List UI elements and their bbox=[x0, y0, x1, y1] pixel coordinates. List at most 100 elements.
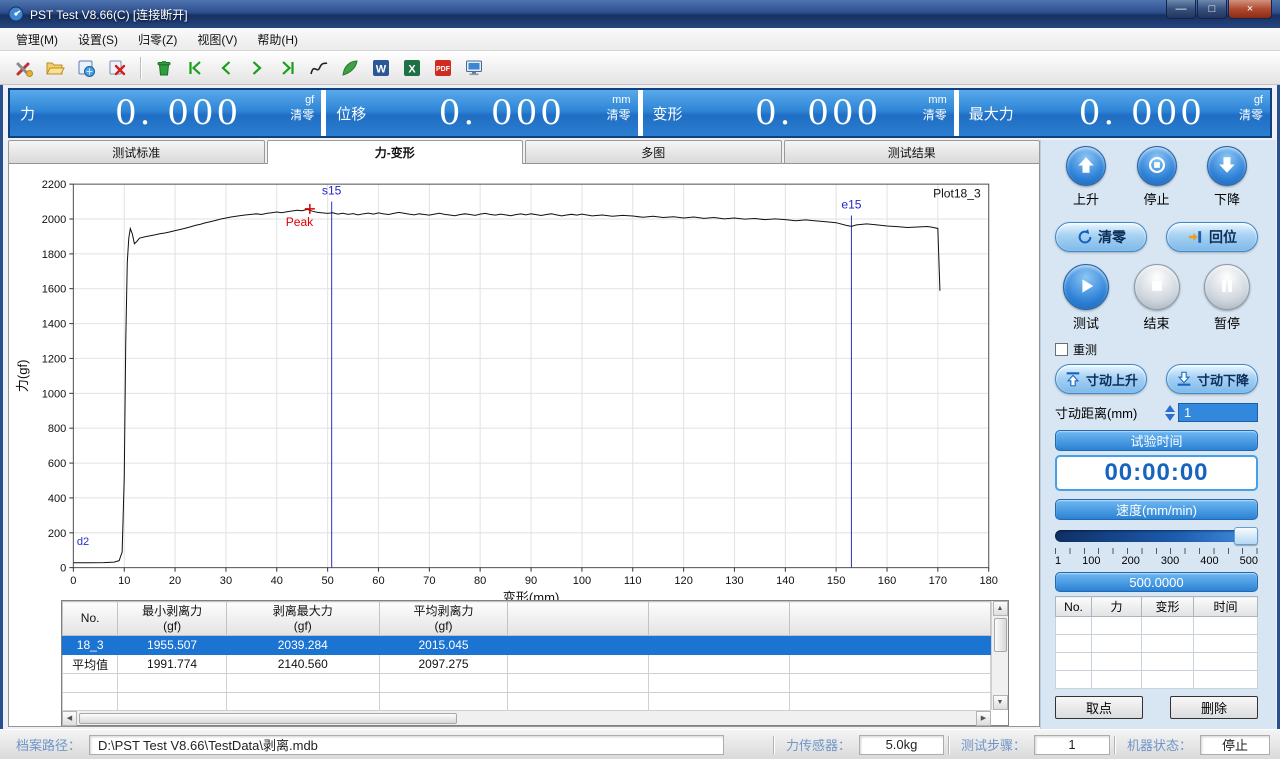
tab-test-standard[interactable]: 测试标准 bbox=[8, 140, 265, 163]
scroll-up-icon[interactable]: ▲ bbox=[993, 601, 1008, 616]
scroll-left-icon[interactable]: ◀ bbox=[62, 711, 77, 726]
move-down-button[interactable] bbox=[1207, 146, 1247, 186]
stop-button[interactable] bbox=[1137, 146, 1177, 186]
svg-text:120: 120 bbox=[674, 575, 692, 587]
force-sensor-label: 力传感器： bbox=[786, 735, 851, 754]
clear-zero-button[interactable]: 清零 bbox=[1055, 222, 1147, 252]
delete-point-button[interactable]: 删除 bbox=[1170, 696, 1258, 719]
readout-force-clear-button[interactable]: 清零 bbox=[290, 108, 314, 123]
delete-record-button[interactable] bbox=[150, 54, 178, 81]
return-home-label: 回位 bbox=[1209, 227, 1237, 247]
export-word-button[interactable]: W bbox=[367, 54, 395, 81]
move-down-label: 下降 bbox=[1214, 189, 1240, 208]
inch-up-icon bbox=[1064, 370, 1082, 388]
horizontal-scroll-track[interactable] bbox=[77, 711, 976, 725]
speed-slider-track[interactable] bbox=[1055, 530, 1258, 542]
smooth-curve-button[interactable] bbox=[336, 54, 364, 81]
inch-up-button[interactable]: 寸动上升 bbox=[1055, 364, 1147, 394]
readout-deformation-clear-button[interactable]: 清零 bbox=[923, 108, 947, 123]
points-header: No. bbox=[1056, 597, 1092, 617]
retest-checkbox-row[interactable]: 重测 bbox=[1055, 341, 1258, 358]
menu-item-settings[interactable]: 设置(S) bbox=[68, 28, 128, 51]
inch-distance-label: 寸动距离(mm) bbox=[1055, 403, 1165, 422]
svg-text:90: 90 bbox=[525, 575, 537, 587]
export-pdf-button[interactable]: PDF bbox=[429, 54, 457, 81]
open-file-button[interactable] bbox=[41, 54, 69, 81]
spinner-up-icon[interactable] bbox=[1165, 405, 1175, 412]
readout-max-force-clear-button[interactable]: 清零 bbox=[1239, 108, 1263, 123]
svg-text:0: 0 bbox=[60, 563, 66, 575]
readout-bar: 力0. 000gf清零位移0. 000mm清零变形0. 000mm清零最大力0.… bbox=[8, 88, 1272, 138]
export-pdf-icon: PDF bbox=[433, 58, 453, 78]
readout-displacement-value: 0. 000 bbox=[366, 93, 637, 133]
close-report-button[interactable] bbox=[103, 54, 131, 81]
svg-text:800: 800 bbox=[48, 423, 66, 435]
next-record-button[interactable] bbox=[243, 54, 271, 81]
scroll-right-icon[interactable]: ▶ bbox=[976, 711, 991, 726]
speed-scale-label: 500 bbox=[1240, 555, 1258, 567]
curve-view-button[interactable] bbox=[305, 54, 333, 81]
results-horizontal-scrollbar[interactable]: ◀ ▶ bbox=[62, 710, 991, 725]
prev-record-button[interactable] bbox=[212, 54, 240, 81]
menu-item-view[interactable]: 视图(V) bbox=[187, 28, 247, 51]
inch-down-label: 寸动下降 bbox=[1197, 370, 1249, 389]
retest-checkbox[interactable] bbox=[1055, 343, 1068, 356]
menu-item-manage[interactable]: 管理(M) bbox=[6, 28, 68, 51]
minimize-button[interactable]: — bbox=[1166, 0, 1196, 19]
menu-item-zero[interactable]: 归零(Z) bbox=[128, 28, 187, 51]
points-row bbox=[1056, 653, 1258, 671]
prev-record-icon bbox=[216, 58, 236, 78]
app-icon bbox=[8, 6, 24, 22]
readout-displacement-clear-button[interactable]: 清零 bbox=[606, 108, 630, 123]
move-up-button[interactable] bbox=[1066, 146, 1106, 186]
tab-multi-plot[interactable]: 多图 bbox=[525, 140, 782, 163]
last-record-button[interactable] bbox=[274, 54, 302, 81]
tab-test-result[interactable]: 测试结果 bbox=[784, 140, 1041, 163]
readout-displacement-label: 位移 bbox=[336, 103, 366, 124]
zero-home-row: 清零 回位 bbox=[1055, 222, 1258, 252]
status-bar: 档案路径： D:\PST Test V8.66\TestData\剥离.mdb … bbox=[0, 729, 1280, 759]
vertical-scroll-thumb[interactable] bbox=[994, 618, 1007, 652]
svg-text:50: 50 bbox=[321, 575, 333, 587]
maximize-button[interactable]: □ bbox=[1197, 0, 1227, 19]
speed-slider[interactable] bbox=[1055, 527, 1258, 545]
menu-item-help[interactable]: 帮助(H) bbox=[247, 28, 308, 51]
spinner-down-icon[interactable] bbox=[1165, 414, 1175, 421]
tab-force-deformation[interactable]: 力-变形 bbox=[267, 140, 524, 164]
speed-value-display: 500.0000 bbox=[1055, 572, 1258, 592]
first-record-button[interactable] bbox=[181, 54, 209, 81]
return-home-button[interactable]: 回位 bbox=[1166, 222, 1258, 252]
speed-scale-label: 100 bbox=[1082, 555, 1100, 567]
svg-text:150: 150 bbox=[827, 575, 845, 587]
inch-distance-input[interactable]: 1 bbox=[1178, 403, 1258, 422]
scroll-down-icon[interactable]: ▼ bbox=[993, 695, 1008, 710]
settings-tools-button[interactable] bbox=[10, 54, 38, 81]
test-end-button[interactable] bbox=[1134, 264, 1180, 310]
results-row[interactable]: 平均值1991.7742140.5602097.275 bbox=[63, 655, 991, 674]
save-report-button[interactable] bbox=[72, 54, 100, 81]
svg-text:60: 60 bbox=[372, 575, 384, 587]
device-monitor-button[interactable] bbox=[460, 54, 488, 81]
close-button[interactable]: × bbox=[1228, 0, 1272, 19]
test-pause-button[interactable] bbox=[1204, 264, 1250, 310]
close-report-icon bbox=[107, 58, 127, 78]
speed-scale-label: 200 bbox=[1122, 555, 1140, 567]
readout-force-label: 力 bbox=[20, 103, 35, 124]
results-vertical-scrollbar[interactable]: ▲ ▼ bbox=[991, 601, 1008, 710]
title-bar[interactable]: PST Test V8.66(C) [连接断开] —□× bbox=[0, 0, 1280, 28]
inch-distance-spinner[interactable] bbox=[1165, 405, 1175, 421]
speed-scale: 1100200300400500 bbox=[1055, 555, 1258, 567]
test-start-button[interactable] bbox=[1063, 264, 1109, 310]
speed-slider-handle[interactable] bbox=[1234, 527, 1258, 545]
svg-text:140: 140 bbox=[776, 575, 794, 587]
toolbar: WX PDF bbox=[0, 51, 1280, 85]
horizontal-scroll-thumb[interactable] bbox=[79, 713, 457, 724]
results-row[interactable]: 18_31955.5072039.2842015.045 bbox=[63, 636, 991, 655]
points-header: 力 bbox=[1092, 597, 1142, 617]
export-excel-button[interactable]: X bbox=[398, 54, 426, 81]
take-point-button[interactable]: 取点 bbox=[1055, 696, 1143, 719]
inch-down-button[interactable]: 寸动下降 bbox=[1166, 364, 1258, 394]
points-table[interactable]: No.力变形时间 bbox=[1055, 596, 1258, 689]
readout-max-force: 最大力0. 000gf清零 bbox=[959, 90, 1270, 136]
force-sensor-value: 5.0kg bbox=[859, 735, 944, 755]
